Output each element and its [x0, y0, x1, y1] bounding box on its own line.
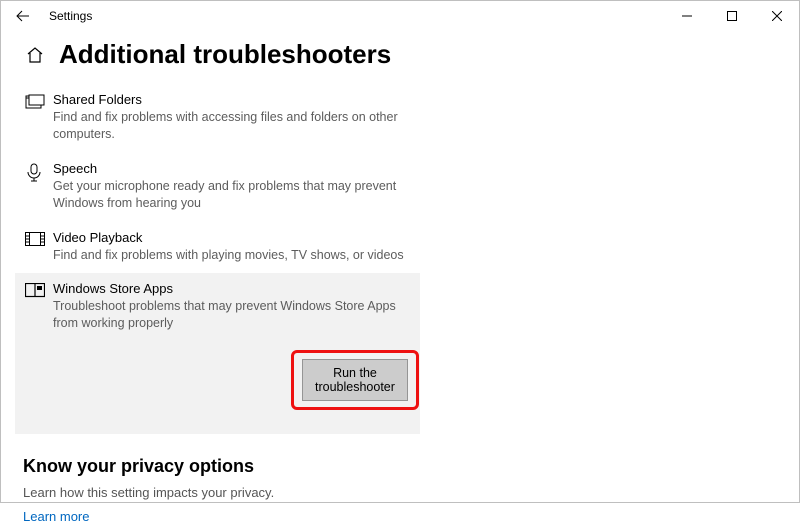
item-desc: Troubleshoot problems that may prevent W…: [53, 298, 419, 332]
speech-icon: [25, 161, 53, 212]
titlebar: Settings: [1, 1, 799, 31]
close-button[interactable]: [754, 1, 799, 31]
close-icon: [772, 11, 782, 21]
item-desc: Find and fix problems with accessing fil…: [53, 109, 410, 143]
windows-store-apps-icon: [25, 281, 53, 424]
privacy-learn-more-link[interactable]: Learn more: [23, 509, 89, 524]
troubleshooter-speech[interactable]: Speech Get your microphone ready and fix…: [15, 153, 420, 222]
arrow-left-icon: [16, 9, 30, 23]
item-name: Windows Store Apps: [53, 281, 419, 296]
troubleshooter-shared-folders[interactable]: Shared Folders Find and fix problems wit…: [15, 84, 420, 153]
run-highlight: Run the troubleshooter: [291, 350, 419, 410]
troubleshooter-video-playback[interactable]: Video Playback Find and fix problems wit…: [15, 222, 420, 274]
item-name: Speech: [53, 161, 410, 176]
troubleshooter-list: Shared Folders Find and fix problems wit…: [15, 84, 420, 434]
item-name: Shared Folders: [53, 92, 410, 107]
page-heading-row: Additional troubleshooters: [25, 39, 799, 70]
item-desc: Find and fix problems with playing movie…: [53, 247, 410, 264]
page-title: Additional troubleshooters: [59, 39, 391, 70]
back-button[interactable]: [9, 9, 37, 23]
minimize-button[interactable]: [664, 1, 709, 31]
maximize-icon: [727, 11, 737, 21]
item-name: Video Playback: [53, 230, 410, 245]
run-troubleshooter-button[interactable]: Run the troubleshooter: [302, 359, 408, 401]
privacy-subtext: Learn how this setting impacts your priv…: [23, 485, 799, 500]
home-button[interactable]: [25, 46, 45, 64]
window-title: Settings: [49, 9, 92, 23]
privacy-heading: Know your privacy options: [23, 456, 799, 477]
video-playback-icon: [25, 230, 53, 264]
privacy-section: Know your privacy options Learn how this…: [23, 456, 799, 526]
minimize-icon: [682, 11, 692, 21]
home-icon: [26, 46, 44, 64]
maximize-button[interactable]: [709, 1, 754, 31]
item-desc: Get your microphone ready and fix proble…: [53, 178, 410, 212]
troubleshooter-windows-store-apps[interactable]: Windows Store Apps Troubleshoot problems…: [15, 273, 420, 434]
shared-folders-icon: [25, 92, 53, 143]
